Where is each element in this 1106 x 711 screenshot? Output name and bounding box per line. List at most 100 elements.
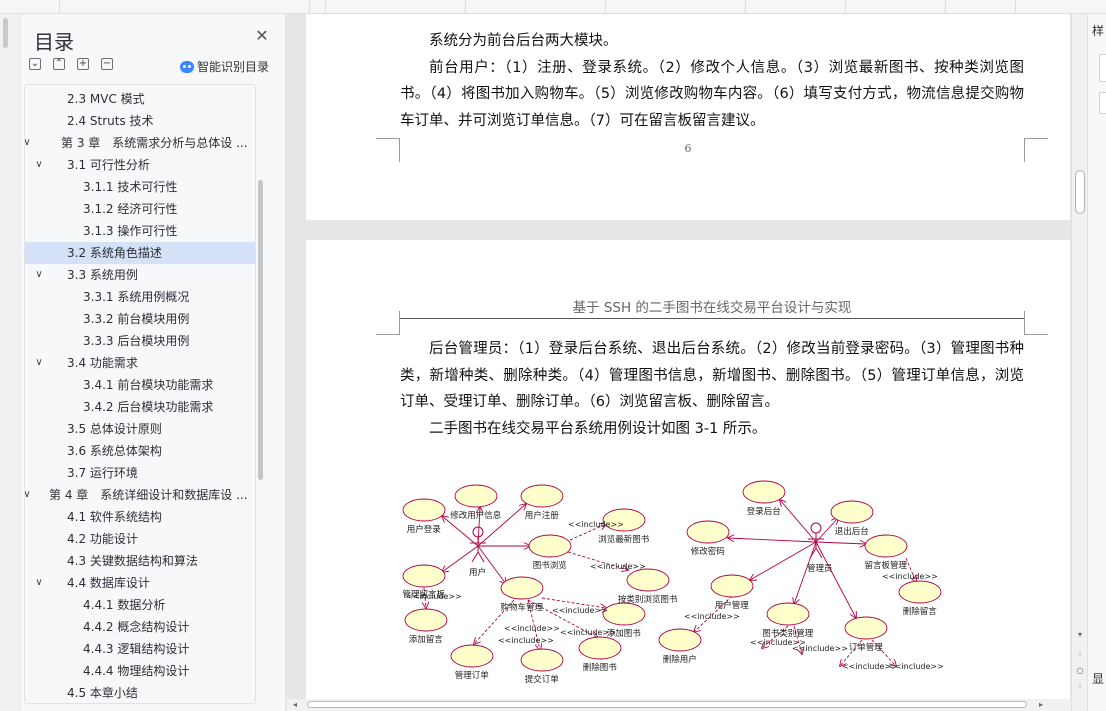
- styles-panel-label: 样: [1092, 24, 1105, 38]
- horizontal-scrollbar[interactable]: ◂ ▸: [287, 699, 1071, 711]
- toc-item[interactable]: 3.1.2 经济可行性: [25, 198, 255, 220]
- toc-item[interactable]: 3.3.1 系统用例概况: [25, 286, 255, 308]
- toc-item[interactable]: 3.1.3 操作可行性: [25, 220, 255, 242]
- paragraph[interactable]: 二手图书在线交易平台系统用例设计如图 3-1 所示。: [400, 416, 1024, 443]
- toc-item[interactable]: 4.4.3 逻辑结构设计: [25, 638, 255, 660]
- use-case-label: 用户管理: [714, 601, 749, 611]
- toc-item[interactable]: ∨ 3.4 功能需求: [25, 352, 255, 374]
- toc-item[interactable]: 3.3.2 前台模块用例: [25, 308, 255, 330]
- toc-item[interactable]: 3.6 系统总体架构: [25, 440, 255, 462]
- actor-stick-figure: [470, 526, 486, 563]
- use-case-label: 用户登录: [406, 525, 441, 535]
- margin-corner-mark: [1024, 311, 1048, 335]
- association-line: [728, 538, 817, 543]
- smart-toc-button[interactable]: 智能识别目录: [180, 58, 269, 75]
- scroll-left-arrow-icon[interactable]: ◂: [293, 699, 297, 711]
- toc-item[interactable]: 3.7 运行环境: [25, 462, 255, 484]
- use-case-ellipse: [830, 500, 874, 524]
- expand-up-icon[interactable]: ⌃: [53, 58, 65, 70]
- use-case-ellipse: [404, 608, 448, 632]
- toolbar-segment: [60, 0, 310, 13]
- prev-page-icon[interactable]: ◦: [1075, 650, 1085, 660]
- association-line: [815, 541, 856, 618]
- use-case-ellipse: [402, 498, 446, 522]
- use-case-ellipse: [500, 576, 544, 600]
- close-icon[interactable]: ✕: [254, 28, 270, 44]
- toc-item[interactable]: 4.4.4 物理结构设计: [25, 660, 255, 682]
- horizontal-scroll-thumb[interactable]: [307, 701, 1027, 708]
- toc-item[interactable]: ∨ 3.1 可行性分析: [25, 154, 255, 176]
- toc-item[interactable]: ∨ 第 3 章 系统需求分析与总体设 ...: [25, 132, 255, 154]
- toc-item[interactable]: 2.3 MVC 模式: [25, 88, 255, 110]
- next-page-icon[interactable]: ◦: [1075, 682, 1085, 692]
- paragraph[interactable]: 后台管理员：（1）登录后台系统、退出后台系统。（2）修改当前登录密码。（3）管理…: [400, 336, 1024, 416]
- use-case-diagram[interactable]: 用户登录 修改用户信息 用户注册 浏览最新图书 图书浏览 管理留言板 按类别浏览图书 购物车管…: [402, 476, 962, 711]
- use-case-label: 图书浏览: [532, 561, 567, 571]
- toc-item[interactable]: 3.3.3 后台模块用例: [25, 330, 255, 352]
- collapse-all-icon[interactable]: ⌄: [29, 58, 41, 70]
- chevron-down-icon[interactable]: ∨: [33, 264, 45, 286]
- toc-item-label: 4.2 功能设计: [67, 532, 138, 546]
- toc-item[interactable]: 2.4 Struts 技术: [25, 110, 255, 132]
- scroll-down-arrow-icon[interactable]: ▾: [1075, 630, 1085, 640]
- chevron-down-icon[interactable]: ∨: [25, 484, 33, 506]
- paragraph[interactable]: 前台用户：（1）注册、登录系统。（2）修改个人信息。（3）浏览最新图书、按种类浏…: [400, 55, 1024, 135]
- chevron-down-icon[interactable]: ∨: [33, 352, 45, 374]
- association-line: [750, 541, 817, 580]
- select-browse-object-icon[interactable]: ○: [1075, 666, 1085, 676]
- toc-item[interactable]: 4.4.1 数据分析: [25, 594, 255, 616]
- vertical-scrollbar[interactable]: ▾ ◦ ○ ◦: [1071, 14, 1087, 711]
- chevron-down-icon[interactable]: ∨: [33, 154, 45, 176]
- use-case-label: 删除用户: [662, 655, 697, 665]
- toc-item[interactable]: 3.4.1 前台模块功能需求: [25, 374, 255, 396]
- association-line: [780, 500, 817, 543]
- chevron-down-icon[interactable]: ∨: [25, 132, 33, 154]
- use-case-ellipse: [844, 616, 888, 640]
- toc-item-label: 第 3 章 系统需求分析与总体设 ...: [61, 136, 248, 150]
- toc-item-label: 第 4 章 系统详细设计和数据库设 ...: [49, 488, 248, 502]
- left-rail-scroll-thumb[interactable]: [3, 18, 8, 48]
- toc-item[interactable]: 4.1 软件系统结构: [25, 506, 255, 528]
- smart-toc-label: 智能识别目录: [197, 60, 270, 74]
- toc-item-label: 3.5 总体设计原则: [67, 422, 162, 436]
- toc-item[interactable]: ∨ 4.4 数据库设计: [25, 572, 255, 594]
- use-case-ellipse: [450, 644, 494, 668]
- toc-item-label: 4.4.2 概念结构设计: [83, 620, 190, 634]
- chevron-down-icon[interactable]: ∨: [33, 572, 45, 594]
- toolbar-segment: [310, 0, 326, 13]
- use-case-label: 按类别浏览图书: [617, 595, 678, 605]
- toc-item[interactable]: 4.4.2 概念结构设计: [25, 616, 255, 638]
- toc-item-label: 4.4.1 数据分析: [83, 598, 166, 612]
- use-case-ellipse: [898, 580, 942, 604]
- toolbar-strip: [0, 0, 1106, 14]
- toc-item[interactable]: 3.4.2 后台模块功能需求: [25, 396, 255, 418]
- vertical-scroll-thumb[interactable]: [1075, 170, 1085, 214]
- toc-item[interactable]: ∨ 3.3 系统用例: [25, 264, 255, 286]
- toc-item[interactable]: 4.3 关键数据结构和算法: [25, 550, 255, 572]
- toc-scrollbar[interactable]: [258, 180, 263, 480]
- toc-item[interactable]: 4.5 本章小结: [25, 682, 255, 703]
- toc-item-label: 3.1.2 经济可行性: [83, 202, 178, 216]
- toc-item[interactable]: 3.5 总体设计原则: [25, 418, 255, 440]
- use-case-label: 浏览最新图书: [598, 535, 650, 545]
- include-stereotype-label: <<include>>: [552, 606, 608, 615]
- actor-label: 用户: [469, 568, 487, 578]
- style-option-box[interactable]: [1099, 54, 1106, 82]
- remove-heading-icon[interactable]: −: [101, 58, 113, 70]
- use-case-ellipse: [626, 568, 670, 592]
- use-case-ellipse: [402, 564, 446, 588]
- use-case-ellipse: [520, 484, 564, 508]
- toc-item-label: 4.4.3 逻辑结构设计: [83, 642, 190, 656]
- toc-title: 目录: [34, 30, 74, 54]
- header-rule: [400, 318, 1024, 319]
- scroll-right-arrow-icon[interactable]: ▸: [1039, 699, 1043, 711]
- toolbar-segment: [466, 0, 606, 13]
- use-case-ellipse: [710, 574, 754, 598]
- toc-item[interactable]: 3.2 系统角色描述: [25, 242, 255, 264]
- toc-item[interactable]: 3.1.1 技术可行性: [25, 176, 255, 198]
- style-option-box[interactable]: [1099, 92, 1106, 114]
- paragraph[interactable]: 系统分为前台后台两大模块。: [400, 28, 1024, 55]
- toc-item[interactable]: ∨ 第 4 章 系统详细设计和数据库设 ...: [25, 484, 255, 506]
- toc-item[interactable]: 4.2 功能设计: [25, 528, 255, 550]
- add-heading-icon[interactable]: +: [77, 58, 89, 70]
